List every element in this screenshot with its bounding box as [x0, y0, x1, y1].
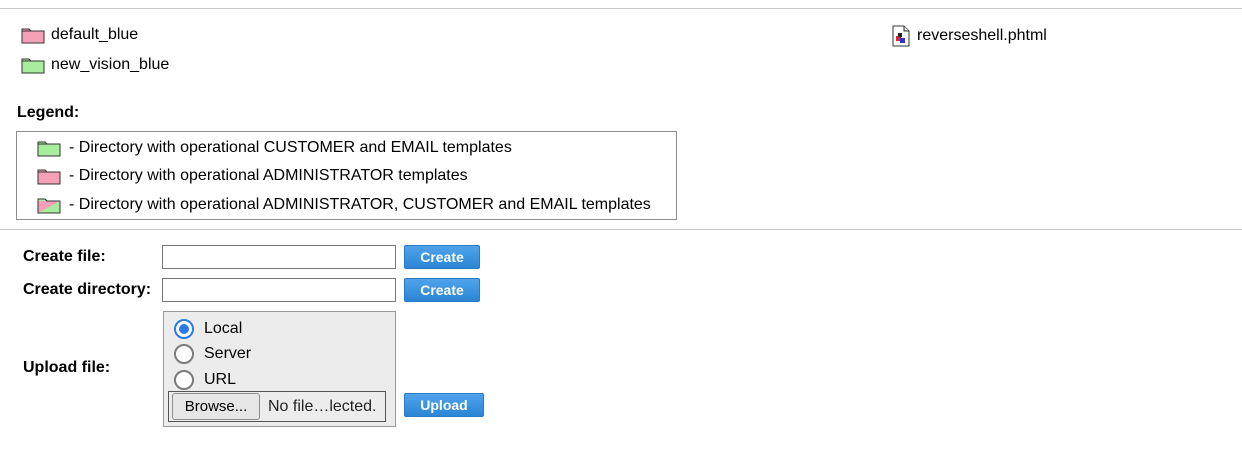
file-name[interactable]: reverseshell.phtml: [917, 27, 1047, 45]
create-file-input[interactable]: [162, 245, 396, 269]
file-picker[interactable]: Browse... No file…lected.: [168, 391, 386, 422]
upload-button[interactable]: Upload: [404, 393, 484, 417]
forms-divider: [0, 229, 1242, 230]
folder-green-icon: [37, 141, 61, 157]
folder-item-default-blue[interactable]: default_blue: [21, 26, 138, 44]
radio-label[interactable]: Local: [204, 320, 242, 338]
create-directory-button[interactable]: Create: [404, 278, 480, 302]
folder-name[interactable]: new_vision_blue: [51, 56, 169, 74]
folder-item-new-vision-blue[interactable]: new_vision_blue: [21, 56, 169, 74]
create-directory-label: Create directory:: [23, 281, 152, 298]
file-icon: [890, 25, 912, 47]
radio-option-local[interactable]: Local: [174, 319, 242, 339]
radio-label[interactable]: Server: [204, 345, 251, 363]
legend-item-label: - Directory with operational ADMINISTRAT…: [69, 167, 468, 184]
radio-button[interactable]: [174, 344, 194, 364]
radio-button-checked[interactable]: [174, 319, 194, 339]
legend-item-customer-email: - Directory with operational CUSTOMER an…: [37, 139, 512, 157]
legend-item-administrator: - Directory with operational ADMINISTRAT…: [37, 167, 468, 185]
browse-button[interactable]: Browse...: [172, 393, 260, 420]
create-file-button[interactable]: Create: [404, 245, 480, 269]
folder-green-icon: [21, 56, 45, 74]
legend-item-all: - Directory with operational ADMINISTRAT…: [37, 196, 651, 214]
legend-item-label: - Directory with operational CUSTOMER an…: [69, 139, 512, 156]
upload-file-label: Upload file:: [23, 359, 111, 376]
no-file-selected-text: No file…lected.: [268, 397, 377, 415]
radio-button[interactable]: [174, 370, 194, 390]
legend-box: - Directory with operational CUSTOMER an…: [16, 131, 677, 220]
radio-option-server[interactable]: Server: [174, 344, 251, 364]
folder-name[interactable]: default_blue: [51, 26, 138, 44]
create-directory-input[interactable]: [162, 278, 396, 302]
folder-mixed-icon: [37, 198, 61, 214]
radio-label[interactable]: URL: [204, 371, 236, 389]
folder-pink-icon: [37, 169, 61, 185]
create-file-label: Create file:: [23, 248, 106, 265]
folder-pink-icon: [21, 26, 45, 44]
top-divider: [0, 8, 1242, 9]
upload-source-panel: Local Server URL Browse... No file…lecte…: [163, 311, 396, 427]
radio-option-url[interactable]: URL: [174, 370, 236, 390]
legend-item-label: - Directory with operational ADMINISTRAT…: [69, 196, 651, 213]
legend-title: Legend:: [17, 104, 80, 121]
file-item-reverseshell[interactable]: reverseshell.phtml: [890, 25, 1047, 47]
